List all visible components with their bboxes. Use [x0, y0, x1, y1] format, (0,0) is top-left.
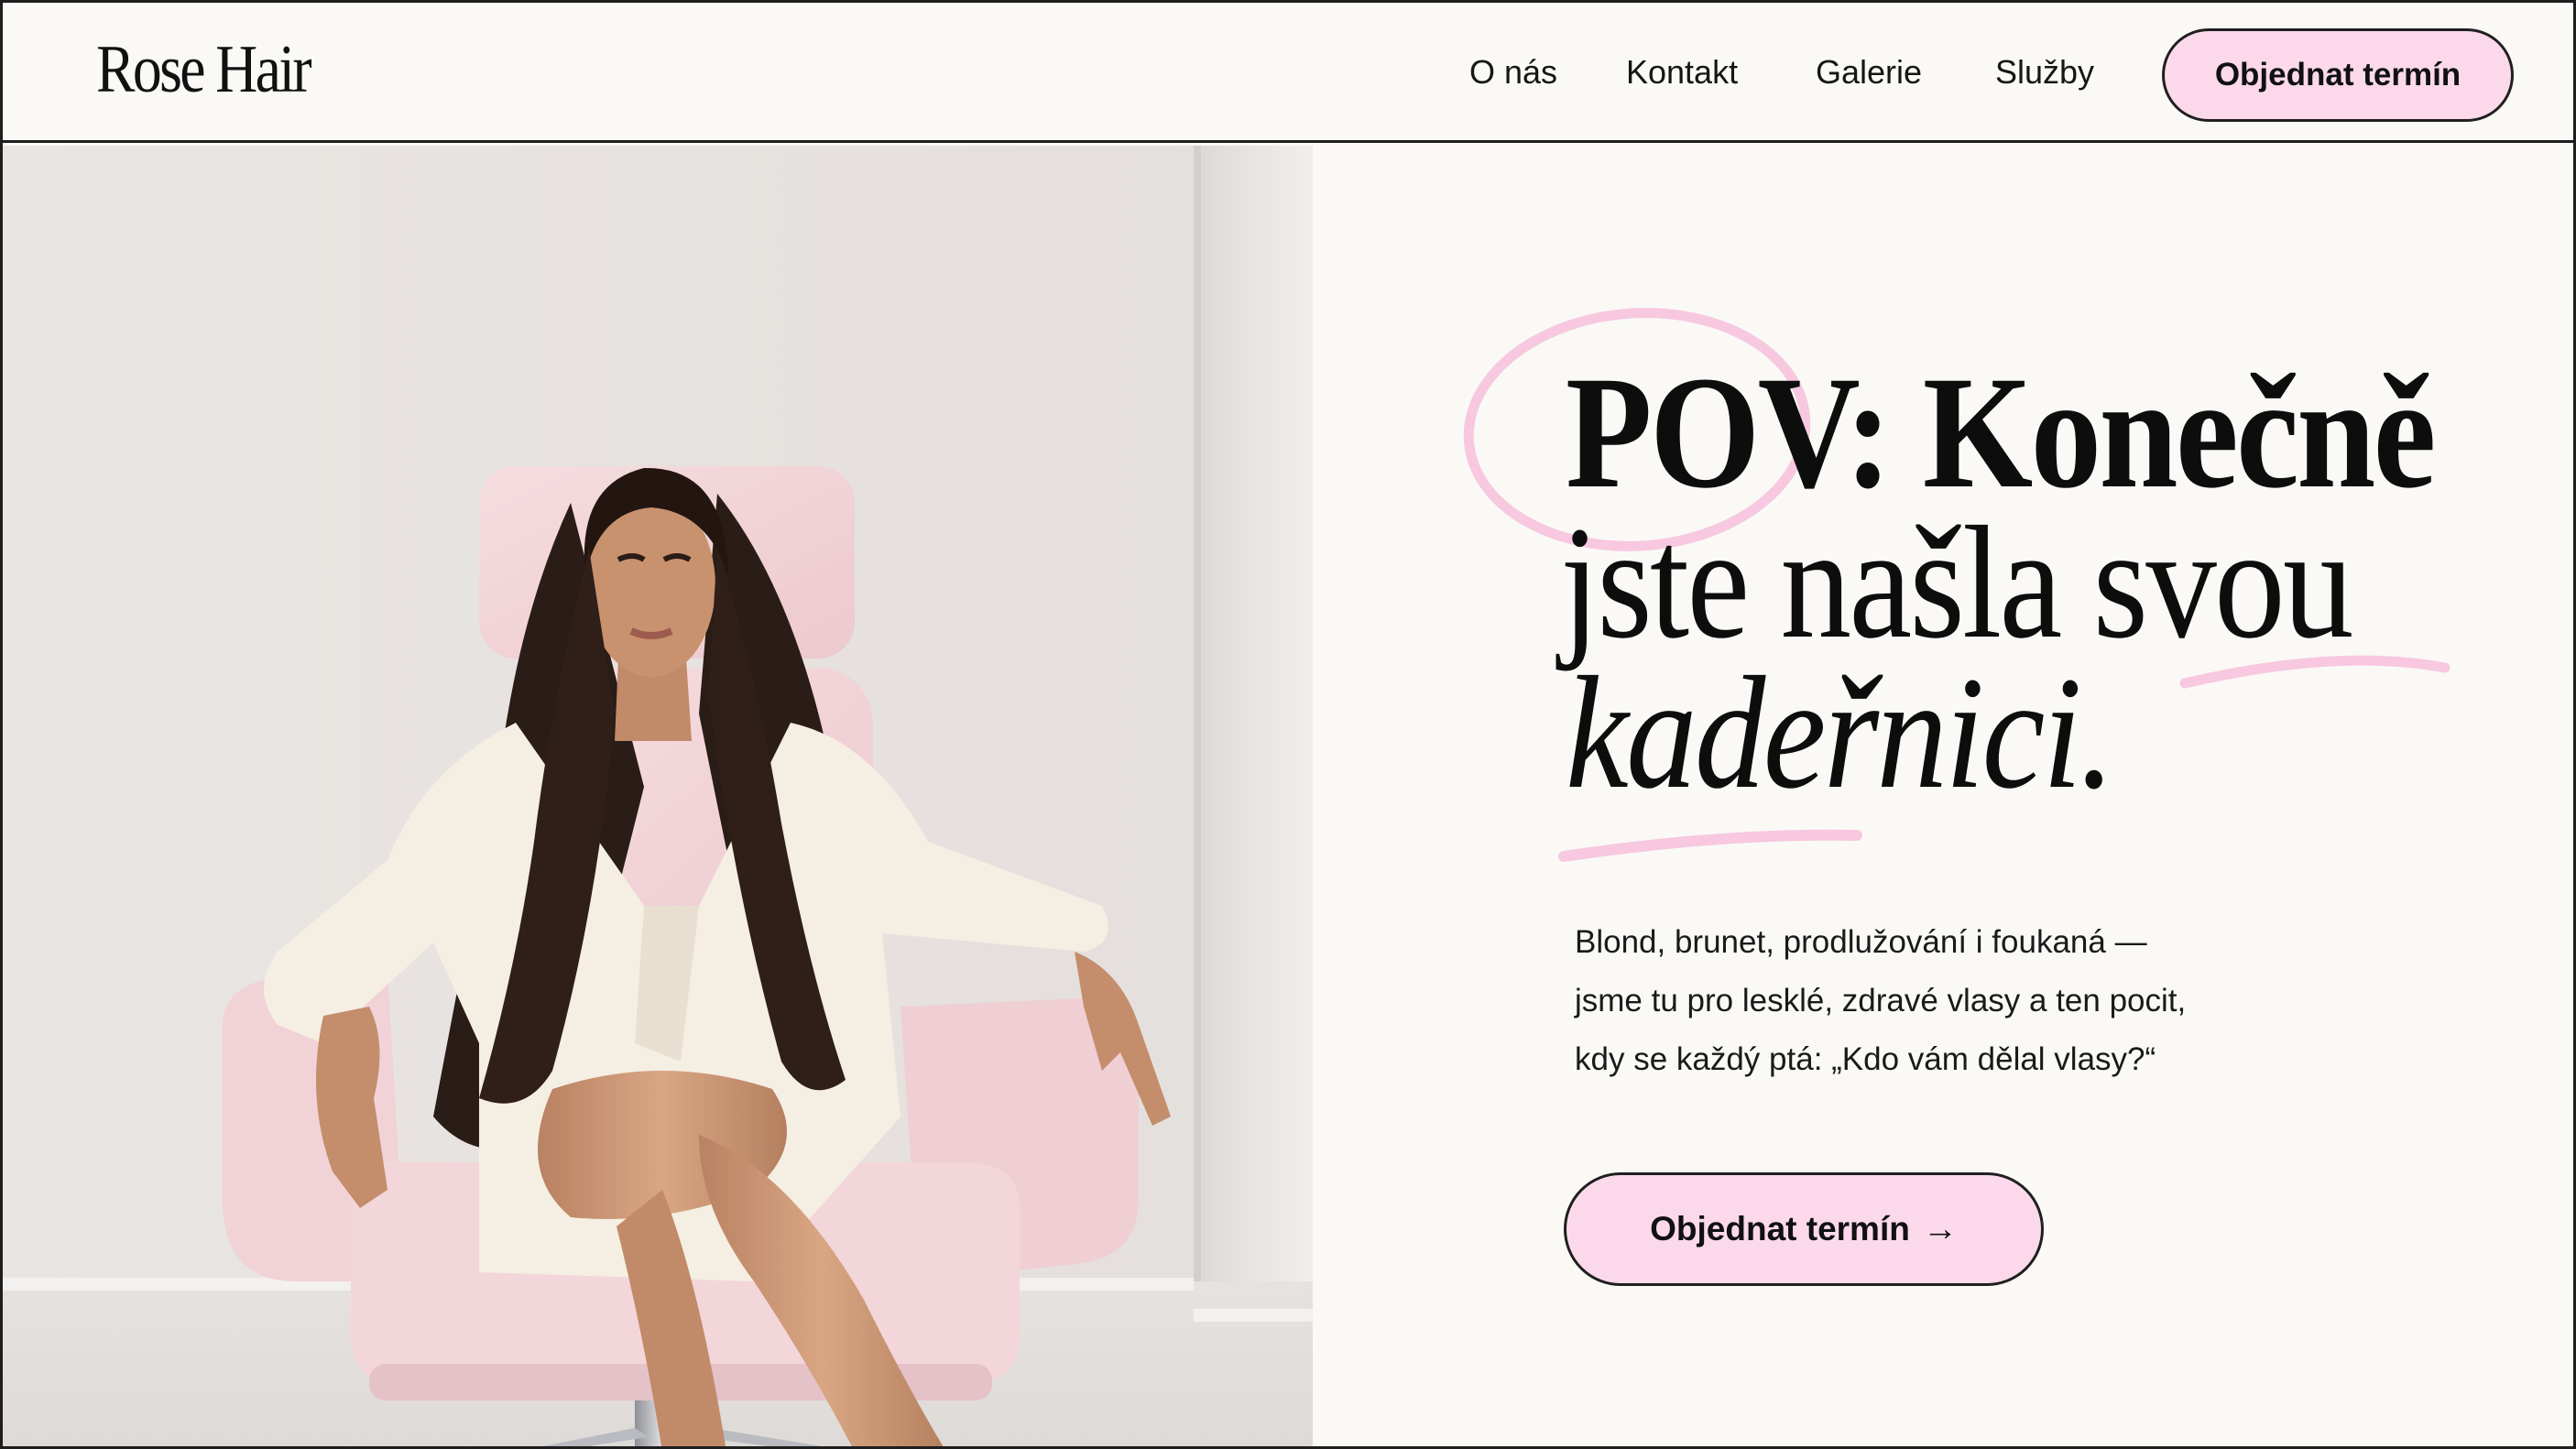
hero-description: Blond, brunet, prodlužování i foukaná — … — [1575, 913, 2289, 1089]
hero-description-line: kdy se každý ptá: „Kdo vám dělal vlasy?“ — [1575, 1041, 2156, 1077]
hero-description-line: Blond, brunet, prodlužování i foukaná — — [1575, 924, 2147, 960]
underline-stroke-kadernici — [1558, 829, 1862, 862]
book-appointment-header-button[interactable]: Objednat termín — [2162, 28, 2514, 122]
nav-link-about[interactable]: O nás — [1469, 56, 1557, 89]
book-appointment-label: Objednat termín — [1650, 1210, 1910, 1247]
site-header: Rose Hair O nás Kontakt Galerie Služby O… — [3, 3, 2573, 143]
hero-headline-line-1: POV: Konečně — [1566, 343, 2436, 522]
logo[interactable]: Rose Hair — [96, 36, 312, 104]
salon-model-photo — [3, 146, 1313, 1446]
hero-headline-line-3: kadeřnici. — [1566, 644, 2115, 823]
arrow-right-icon: → — [1922, 1210, 1958, 1248]
book-appointment-hero-button[interactable]: Objednat termín → — [1564, 1172, 2044, 1286]
nav-link-gallery[interactable]: Galerie — [1816, 56, 1922, 89]
hero-description-line: jsme tu pro lesklé, zdravé vlasy a ten p… — [1575, 983, 2187, 1019]
nav-link-services[interactable]: Služby — [1995, 56, 2094, 89]
page-frame: Rose Hair O nás Kontakt Galerie Služby O… — [0, 0, 2576, 1449]
hero-content: POV: Konečně jste našla svou kadeřnici. … — [1313, 146, 2573, 1446]
nav-link-contact[interactable]: Kontakt — [1626, 56, 1738, 89]
hero-photo — [3, 146, 1313, 1446]
hero-headline-line-2: jste našla svou — [1560, 494, 2353, 672]
